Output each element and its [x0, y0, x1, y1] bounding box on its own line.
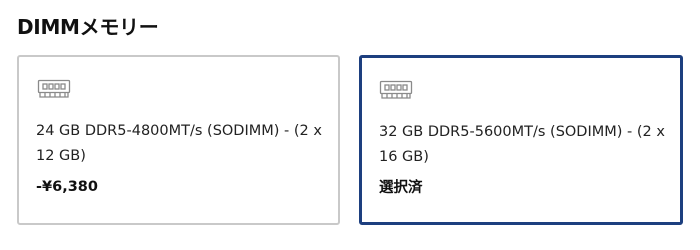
- option-description: 32 GB DDR5-5600MT/s (SODIMM) - (2 x 16 G…: [379, 124, 665, 165]
- memory-option-32gb[interactable]: 32 GB DDR5-5600MT/s (SODIMM) - (2 x 16 G…: [359, 55, 683, 225]
- option-description: 24 GB DDR5-4800MT/s (SODIMM) - (2 x 12 G…: [36, 123, 322, 164]
- option-selected-label: 選択済: [379, 180, 423, 196]
- memory-module-icon: [379, 80, 413, 99]
- option-price-difference: -¥6,380: [36, 179, 98, 195]
- section-title: DIMMメモリー: [17, 15, 159, 39]
- memory-option-24gb[interactable]: 24 GB DDR5-4800MT/s (SODIMM) - (2 x 12 G…: [17, 55, 340, 225]
- memory-module-icon: [37, 79, 71, 98]
